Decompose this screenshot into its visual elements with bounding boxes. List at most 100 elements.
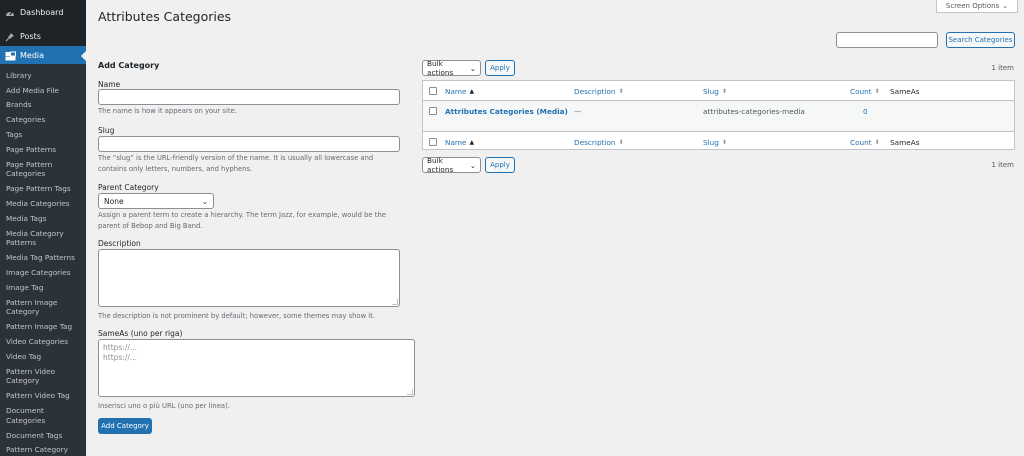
add-category-button[interactable]: Add Category xyxy=(98,418,152,434)
submenu-item[interactable]: Page Pattern Tags xyxy=(0,182,86,197)
screen-options-button[interactable]: Screen Options ⌄ xyxy=(936,0,1018,13)
categories-table: Name ▲ Description ⬍ Slug ⬍ Count ⬍ SameAs A… xyxy=(422,80,1015,150)
sort-icon: ⬍ xyxy=(618,138,624,146)
submenu-item[interactable]: Categories xyxy=(0,113,86,128)
media-icon xyxy=(0,51,20,61)
submenu-item[interactable]: Pattern Video Tag xyxy=(0,389,86,404)
item-count: 1 item xyxy=(991,161,1015,169)
column-label: Count xyxy=(850,86,872,96)
column-label: Slug xyxy=(703,86,719,96)
description-help: The description is not prominent by defa… xyxy=(98,312,376,320)
column-description-header[interactable]: Description ⬍ xyxy=(574,81,624,101)
search-input[interactable] xyxy=(836,32,938,48)
resize-handle-icon[interactable] xyxy=(407,389,413,395)
submenu-item[interactable]: Image Categories xyxy=(0,266,86,281)
menu-item-media[interactable]: Media xyxy=(0,46,86,65)
submenu-item[interactable]: Library xyxy=(0,68,86,83)
parent-category-label: Parent Category xyxy=(98,183,159,192)
submenu-item[interactable]: Document Categories xyxy=(0,404,86,428)
column-label: Name xyxy=(445,86,467,96)
form-heading: Add Category xyxy=(98,61,160,70)
column-label: Description xyxy=(574,86,616,96)
parent-category-help: Assign a parent term to create a hierarc… xyxy=(98,211,386,230)
column-slug-footer[interactable]: Slug ⬍ xyxy=(703,132,727,152)
submenu-item[interactable]: Add Media File xyxy=(0,83,86,98)
apply-button-bottom[interactable]: Apply xyxy=(485,157,515,173)
apply-button[interactable]: Apply xyxy=(485,60,515,76)
item-count: 1 item xyxy=(991,64,1015,72)
submenu-item[interactable]: Media Category Patterns xyxy=(0,226,86,250)
pin-icon xyxy=(0,32,20,42)
menu-item-dashboard[interactable]: Dashboard xyxy=(0,3,86,22)
submenu-item[interactable]: Media Categories xyxy=(0,197,86,212)
row-checkbox[interactable] xyxy=(429,107,437,115)
column-label: Name xyxy=(445,137,467,147)
select-all-checkbox[interactable] xyxy=(429,138,437,146)
bulk-actions-select[interactable]: Bulk actions ⌄ xyxy=(422,59,481,77)
page-title: Attributes Categories xyxy=(98,9,232,24)
category-description: — xyxy=(574,106,582,116)
bulk-actions-select-bottom[interactable]: Bulk actions ⌄ xyxy=(422,156,481,174)
category-count-link[interactable]: 0 xyxy=(863,101,868,121)
submenu-item[interactable]: Pattern Image Tag xyxy=(0,320,86,335)
submenu-item[interactable]: Pattern Video Category xyxy=(0,364,86,388)
sameas-help: Inserisci uno o più URL (uno per linea). xyxy=(98,402,230,410)
sort-icon: ▲ xyxy=(469,87,475,95)
slug-label: Slug xyxy=(98,126,115,135)
admin-sidebar: Dashboard Posts Media Library Add Media F… xyxy=(0,0,86,456)
submenu-item[interactable]: Tags xyxy=(0,128,86,143)
screen-options-label: Screen Options xyxy=(945,1,1000,10)
parent-category-select[interactable]: None ⌄ xyxy=(98,193,214,209)
column-slug-header[interactable]: Slug ⬍ xyxy=(703,81,727,101)
submenu-item[interactable]: Page Patterns xyxy=(0,142,86,157)
submenu-item[interactable]: Pattern Image Category xyxy=(0,295,86,319)
column-sameas-header: SameAs xyxy=(890,86,920,96)
sameas-placeholder-line: https://... xyxy=(103,353,138,362)
sort-icon: ⬍ xyxy=(721,87,727,95)
sameas-placeholder-line: https://... xyxy=(103,343,138,352)
sameas-label: SameAs (uno per riga) xyxy=(98,329,183,338)
submenu-item[interactable]: Media Tag Patterns xyxy=(0,251,86,266)
dashboard-icon xyxy=(0,8,20,18)
slug-field[interactable] xyxy=(98,136,400,152)
sameas-field[interactable]: https://... https://... xyxy=(98,339,415,397)
main-content: Attributes Categories Screen Options ⌄ S… xyxy=(86,0,1024,456)
submenu-item[interactable]: Document Tags xyxy=(0,428,86,443)
column-count-footer[interactable]: Count ⬍ xyxy=(850,132,880,152)
column-label: Description xyxy=(574,137,616,147)
sort-icon: ▲ xyxy=(469,138,475,146)
sort-icon: ⬍ xyxy=(721,138,727,146)
menu-item-posts[interactable]: Posts xyxy=(0,27,86,46)
parent-category-value: None xyxy=(104,196,124,206)
resize-handle-icon[interactable] xyxy=(392,299,398,305)
description-field[interactable] xyxy=(98,249,400,307)
name-field[interactable] xyxy=(98,89,400,105)
submenu-item[interactable]: Page Pattern Categories xyxy=(0,157,86,181)
description-label: Description xyxy=(98,239,141,248)
column-description-footer[interactable]: Description ⬍ xyxy=(574,132,624,152)
column-name-header[interactable]: Name ▲ xyxy=(445,81,474,101)
search-categories-button[interactable]: Search Categories xyxy=(946,32,1015,48)
chevron-down-icon: ⌄ xyxy=(201,196,208,206)
submenu-item[interactable]: Image Tag xyxy=(0,280,86,295)
chevron-down-icon: ⌄ xyxy=(469,63,476,73)
submenu-item[interactable]: Video Categories xyxy=(0,335,86,350)
submenu-item[interactable]: Media Tags xyxy=(0,211,86,226)
chevron-down-icon: ⌄ xyxy=(1002,1,1009,10)
table-row: Attributes Categories (Media) — attribut… xyxy=(423,101,1014,131)
media-submenu: Library Add Media File Brands Categories Tag… xyxy=(0,64,86,456)
column-label: Count xyxy=(850,137,872,147)
column-count-header[interactable]: Count ⬍ xyxy=(850,81,880,101)
sort-icon: ⬍ xyxy=(874,87,880,95)
menu-item-label: Dashboard xyxy=(20,8,64,17)
table-footer-row: Name ▲ Description ⬍ Slug ⬍ Count ⬍ SameAs xyxy=(423,131,1014,151)
menu-item-label: Posts xyxy=(20,32,41,41)
submenu-item[interactable]: Video Tag xyxy=(0,349,86,364)
submenu-item[interactable]: Pattern Category Documents xyxy=(0,443,86,456)
sort-icon: ⬍ xyxy=(874,138,880,146)
category-name-link[interactable]: Attributes Categories (Media) xyxy=(445,101,568,121)
column-name-footer[interactable]: Name ▲ xyxy=(445,132,474,152)
chevron-down-icon: ⌄ xyxy=(469,160,476,170)
submenu-item[interactable]: Brands xyxy=(0,98,86,113)
select-all-checkbox[interactable] xyxy=(429,87,437,95)
